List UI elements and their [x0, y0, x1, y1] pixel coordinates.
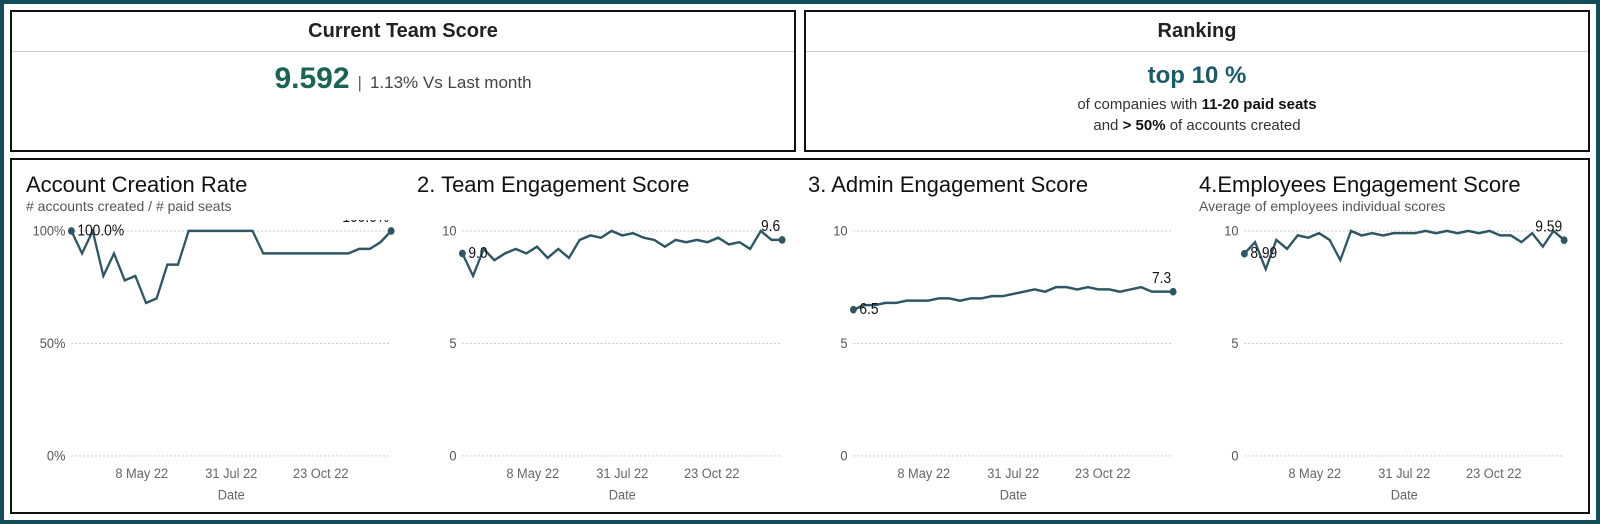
text: of accounts created: [1166, 117, 1301, 134]
svg-text:10: 10: [1224, 223, 1238, 239]
svg-text:23 Oct 22: 23 Oct 22: [684, 465, 740, 481]
team-score-delta: 1.13% Vs Last month: [370, 73, 532, 93]
ranking-card: Ranking top 10 % of companies with 11-20…: [804, 10, 1590, 152]
svg-text:Date: Date: [1391, 487, 1418, 503]
charts-row: Account Creation Rate# accounts created …: [10, 158, 1590, 514]
svg-text:8 May 22: 8 May 22: [897, 465, 950, 481]
svg-text:100%: 100%: [33, 223, 66, 239]
svg-text:8 May 22: 8 May 22: [1288, 465, 1341, 481]
svg-text:7.3: 7.3: [1152, 270, 1171, 287]
svg-text:31 Jul 22: 31 Jul 22: [205, 465, 257, 481]
chart-plot-area: 0 5 10 8 May 22 31 Jul 22 23 Oct 22 Date 9.0 9.6: [417, 220, 792, 504]
card-title: Current Team Score: [12, 12, 794, 52]
svg-text:9.6: 9.6: [761, 220, 780, 235]
chart-subtitle: [417, 198, 792, 216]
divider: |: [358, 73, 362, 93]
svg-text:8.99: 8.99: [1250, 245, 1277, 262]
chart-2: 2. Team Engagement Score 0 5 10 8 May 22 31 J…: [409, 164, 800, 508]
chart-title: 3. Admin Engagement Score: [808, 172, 1183, 198]
svg-text:5: 5: [449, 335, 456, 351]
svg-text:Date: Date: [218, 487, 245, 503]
svg-text:31 Jul 22: 31 Jul 22: [987, 465, 1039, 481]
svg-text:31 Jul 22: 31 Jul 22: [1378, 465, 1430, 481]
chart-title: 4.Employees Engagement Score: [1199, 172, 1574, 198]
chart-3: 3. Admin Engagement Score 0 5 10 8 May 22 31 …: [800, 164, 1191, 508]
svg-text:9.59: 9.59: [1535, 220, 1562, 236]
svg-text:0: 0: [1231, 448, 1238, 464]
chart-subtitle: [808, 198, 1183, 216]
svg-text:10: 10: [833, 223, 847, 239]
svg-text:6.5: 6.5: [859, 301, 878, 318]
ranking-detail-line-1: of companies with 11-20 paid seats: [806, 94, 1588, 115]
threshold: > 50%: [1123, 117, 1166, 134]
svg-text:23 Oct 22: 23 Oct 22: [1466, 465, 1522, 481]
svg-text:Date: Date: [1000, 487, 1027, 503]
svg-text:50%: 50%: [40, 335, 66, 351]
svg-text:0: 0: [449, 448, 456, 464]
text: and: [1093, 117, 1122, 134]
svg-text:0: 0: [840, 448, 847, 464]
chart-subtitle: Average of employees individual scores: [1199, 198, 1574, 216]
chart-title: Account Creation Rate: [26, 172, 401, 198]
ranking-percentile: top 10 %: [806, 62, 1588, 90]
text: of companies with: [1077, 96, 1201, 113]
svg-text:5: 5: [1231, 335, 1238, 351]
chart-4: 4.Employees Engagement ScoreAverage of e…: [1191, 164, 1582, 508]
svg-text:100.0%: 100.0%: [342, 220, 389, 226]
svg-text:23 Oct 22: 23 Oct 22: [293, 465, 349, 481]
svg-text:8 May 22: 8 May 22: [506, 465, 559, 481]
chart-title: 2. Team Engagement Score: [417, 172, 792, 198]
svg-text:31 Jul 22: 31 Jul 22: [596, 465, 648, 481]
svg-text:8 May 22: 8 May 22: [115, 465, 168, 481]
chart-plot-area: 0 5 10 8 May 22 31 Jul 22 23 Oct 22 Date 6.5 7.3: [808, 220, 1183, 504]
svg-text:Date: Date: [609, 487, 636, 503]
svg-text:0%: 0%: [47, 448, 66, 464]
dashboard-panel: Current Team Score 9.592 | 1.13% Vs Last…: [0, 0, 1600, 524]
current-team-score-card: Current Team Score 9.592 | 1.13% Vs Last…: [10, 10, 796, 152]
seat-range: 11-20 paid seats: [1202, 96, 1317, 113]
svg-text:9.0: 9.0: [468, 245, 487, 262]
card-body: 9.592 | 1.13% Vs Last month: [12, 52, 794, 110]
chart-1: Account Creation Rate# accounts created …: [18, 164, 409, 508]
card-body: top 10 % of companies with 11-20 paid se…: [806, 52, 1588, 150]
ranking-detail-line-2: and > 50% of accounts created: [806, 115, 1588, 136]
svg-text:23 Oct 22: 23 Oct 22: [1075, 465, 1131, 481]
svg-text:100.0%: 100.0%: [77, 223, 124, 240]
svg-text:5: 5: [840, 335, 847, 351]
team-score-value: 9.592: [274, 62, 349, 96]
svg-text:10: 10: [442, 223, 456, 239]
card-title: Ranking: [806, 12, 1588, 52]
chart-subtitle: # accounts created / # paid seats: [26, 198, 401, 216]
summary-cards-row: Current Team Score 9.592 | 1.13% Vs Last…: [10, 10, 1590, 152]
chart-plot-area: 0 5 10 8 May 22 31 Jul 22 23 Oct 22 Date 8.99 9.…: [1199, 220, 1574, 504]
chart-plot-area: 0% 50% 100% 8 May 22 31 Jul 22 23 Oct 22 Date 1…: [26, 220, 401, 504]
